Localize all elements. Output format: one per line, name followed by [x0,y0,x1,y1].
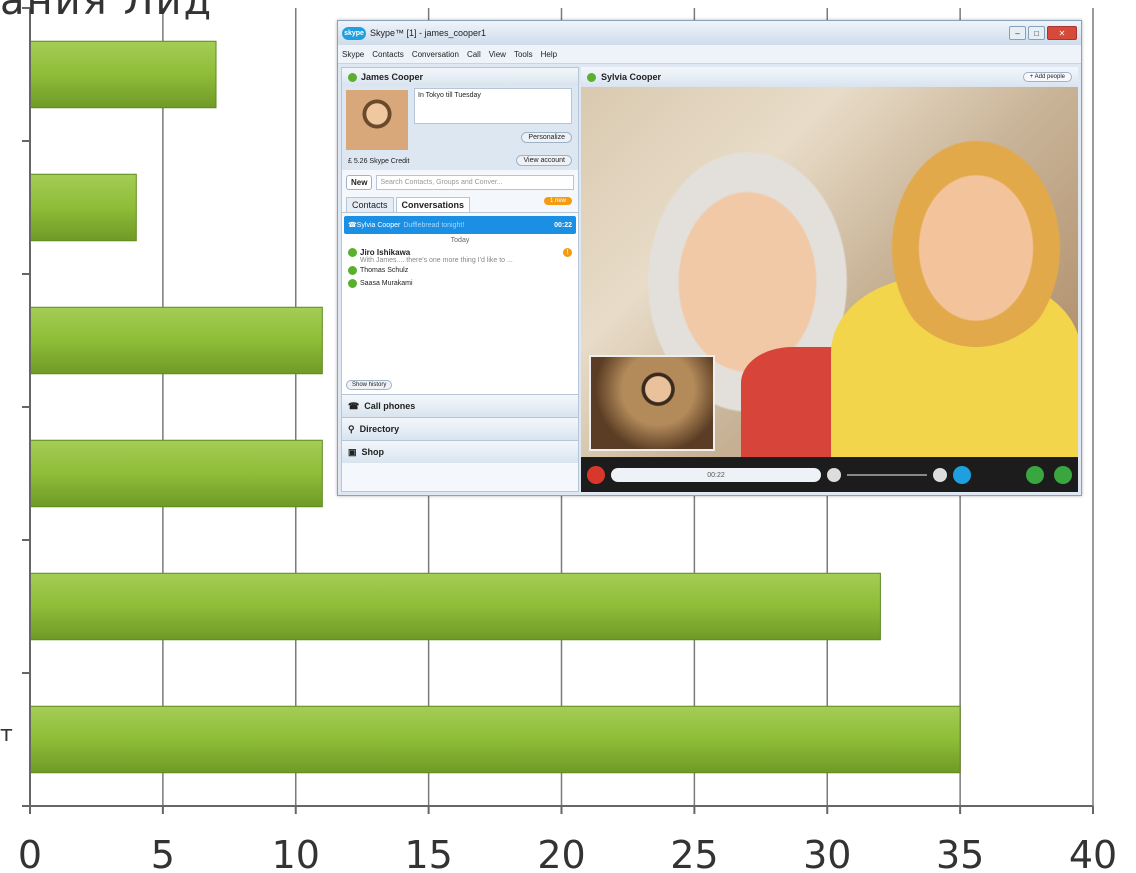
settings-icon[interactable] [933,468,947,482]
online-status-icon [348,279,357,288]
mood-message[interactable]: In Tokyo till Tuesday [414,88,572,124]
bar [29,306,323,375]
menu-skype[interactable]: Skype [342,50,364,59]
credit-row: £ 5.26 Skype Credit View account [342,152,578,170]
nav-label: Call phones [364,401,416,411]
search-input[interactable]: Search Contacts, Groups and Conver... [376,174,574,190]
credit-text: £ 5.26 Skype Credit [348,157,410,165]
call-button[interactable] [1054,466,1072,484]
call-header: Sylvia Cooper + Add people [581,67,1078,87]
bar [29,439,323,508]
view-account-button[interactable]: View account [516,155,572,166]
bar [29,572,881,641]
online-status-icon [348,266,357,275]
phone-icon: ☎ [348,222,357,229]
category-label-fragment: т [0,722,13,747]
hang-up-button[interactable] [587,466,605,484]
bar [29,40,217,109]
online-status-icon[interactable] [348,72,357,82]
new-button[interactable]: New [346,174,373,190]
volume-slider[interactable] [847,474,927,476]
active-contact-mood: Dufflebread tonight! [403,221,465,229]
bar [29,705,961,774]
microphone-icon[interactable] [827,468,841,482]
call-phones-nav[interactable]: ☎ Call phones [342,394,578,417]
search-row: New Search Contacts, Groups and Conver..… [342,170,578,194]
skype-window[interactable]: skype Skype™ [1] - james_cooper1 – □ ✕ S… [337,20,1082,496]
video-toggle-button[interactable] [953,466,971,484]
menu-call[interactable]: Call [467,50,481,59]
maximize-button[interactable]: □ [1028,26,1045,40]
x-tick-label: 40 [1069,833,1117,873]
menu-tools[interactable]: Tools [514,50,533,59]
shop-nav[interactable]: ▣ Shop [342,440,578,463]
x-tick-label: 35 [936,833,984,873]
x-tick-label: 5 [151,833,175,873]
call-timer: 00:22 [611,468,821,482]
avatar[interactable] [346,90,408,150]
window-title: Skype™ [1] - james_cooper1 [370,28,487,38]
active-call-time: 00:22 [554,221,572,229]
call-pane: Sylvia Cooper + Add people 00:22 [581,67,1078,492]
nav-label: Shop [361,447,385,457]
title-bar[interactable]: skype Skype™ [1] - james_cooper1 – □ ✕ [338,21,1081,45]
minimize-button[interactable]: – [1009,26,1026,40]
close-button[interactable]: ✕ [1047,26,1077,40]
video-person-boy [881,127,1071,347]
add-people-button[interactable]: + Add people [1022,72,1072,82]
list-item[interactable]: Thomas Schulz [342,264,578,277]
directory-nav[interactable]: ⚲ Directory [342,417,578,440]
contact-name: Thomas Schulz [360,267,409,274]
nav-label: Directory [359,424,400,434]
search-icon: ⚲ [348,423,355,434]
active-contact-name: Sylvia Cooper [356,221,401,229]
call-controls: 00:22 [581,458,1078,492]
user-name: James Cooper [361,72,424,82]
shop-icon: ▣ [348,446,357,457]
x-tick-label: 20 [537,833,585,873]
conversation-list: ☎ Sylvia Cooper Dufflebread tonight! 00:… [342,216,578,394]
x-tick-label: 0 [18,833,42,873]
menu-contacts[interactable]: Contacts [372,50,404,59]
tab-bar: Contacts Conversations 1 new [342,194,578,213]
online-status-icon [587,72,596,82]
list-item[interactable]: Saasa Murakami [342,277,578,290]
profile-panel: In Tokyo till Tuesday Personalize [342,86,578,152]
call-contact-name: Sylvia Cooper [601,72,662,82]
contacts-pane: James Cooper In Tokyo till Tuesday Perso… [341,67,579,492]
contact-last-message: With James.... there's one more thing I'… [360,257,513,264]
show-history-button[interactable]: Show history [346,380,393,390]
contact-name: Jiro Ishikawa [360,248,411,257]
bar [29,173,137,242]
x-tick-labels: 0 5 10 15 20 25 30 35 40 [18,833,1117,873]
contact-name: Saasa Murakami [360,280,413,287]
x-tick-label: 10 [272,833,320,873]
video-feed [581,87,1078,457]
x-tick-label: 15 [404,833,452,873]
today-divider: Today [450,237,470,244]
active-call-row[interactable]: ☎ Sylvia Cooper Dufflebread tonight! 00:… [344,216,576,234]
x-tick-label: 30 [803,833,851,873]
menu-view[interactable]: View [489,50,506,59]
menu-help[interactable]: Help [541,50,557,59]
tab-contacts[interactable]: Contacts [346,197,394,212]
skype-logo: skype [342,26,366,40]
menu-conversation[interactable]: Conversation [412,50,459,59]
tab-conversations[interactable]: Conversations [395,197,471,212]
phone-icon: ☎ [348,400,360,411]
online-status-icon [348,248,357,257]
menu-bar: Skype Contacts Conversation Call View To… [338,45,1081,64]
user-header[interactable]: James Cooper [342,68,578,86]
self-view-video[interactable] [589,355,715,451]
personalize-button[interactable]: Personalize [521,132,572,143]
chart-title-fragment: ания Лид [0,0,214,24]
fullscreen-button[interactable] [1026,466,1044,484]
x-tick-label: 25 [670,833,718,873]
unread-icon: ! [563,248,572,257]
new-conversations-badge[interactable]: 1 new [543,197,572,205]
